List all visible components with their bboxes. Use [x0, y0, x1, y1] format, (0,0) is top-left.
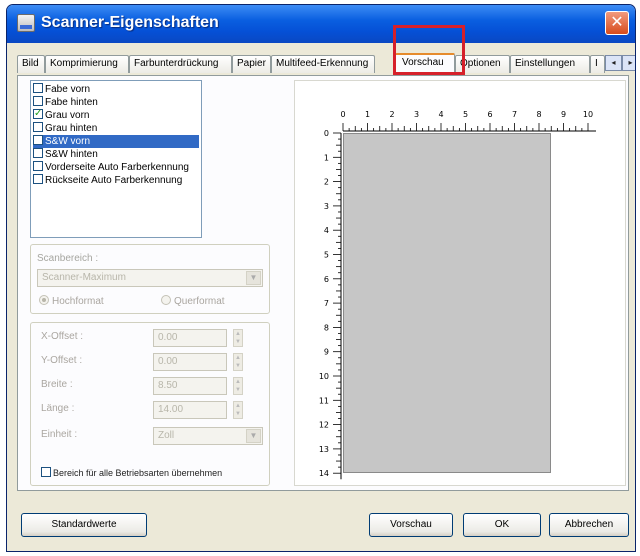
unit-select[interactable]: Zoll ▼	[153, 427, 263, 445]
y-ruler-label: 13	[319, 445, 329, 454]
list-item[interactable]: Rückseite Auto Farberkennung	[33, 174, 199, 187]
tab-komprimierung[interactable]: Komprimierung	[45, 55, 129, 73]
preview-button[interactable]: Vorschau	[369, 513, 453, 537]
vorschau-panel: Fabe vorn Fabe hinten Grau vorn Grau hin…	[17, 75, 629, 491]
checkbox-icon[interactable]	[33, 148, 43, 158]
width-input[interactable]: 8.50	[153, 377, 227, 395]
width-spinner[interactable]: ▲ ▼	[233, 377, 243, 395]
tab-farbunterdrueckung[interactable]: Farbunterdrückung	[129, 55, 232, 73]
checkbox-icon[interactable]	[33, 174, 43, 184]
y-offset-label: Y-Offset :	[41, 355, 83, 366]
y-ruler-label: 8	[324, 323, 329, 332]
apply-all-checkbox[interactable]: Bereich für alle Betriebsarten übernehme…	[41, 467, 222, 478]
tab-bild[interactable]: Bild	[17, 55, 45, 73]
tab-papier[interactable]: Papier	[232, 55, 271, 73]
list-item-selected[interactable]: S&W vorn	[33, 135, 199, 148]
x-ruler-label: 4	[438, 110, 443, 119]
x-offset-spinner[interactable]: ▲ ▼	[233, 329, 243, 347]
vorschau-highlight-box	[393, 25, 465, 75]
image-type-list[interactable]: Fabe vorn Fabe hinten Grau vorn Grau hin…	[30, 80, 202, 238]
title-bar[interactable]: Scanner-Eigenschaften ✕	[7, 5, 635, 43]
checkbox-icon[interactable]	[33, 122, 43, 132]
y-ruler-label: 10	[319, 372, 329, 381]
x-ruler-label: 3	[414, 110, 419, 119]
y-ruler-label: 1	[324, 153, 329, 162]
y-ruler-label: 7	[324, 299, 329, 308]
window-title: Scanner-Eigenschaften	[41, 14, 219, 31]
length-label: Länge :	[41, 403, 75, 414]
x-ruler-label: 0	[340, 110, 345, 119]
y-offset-spinner[interactable]: ▲ ▼	[233, 353, 243, 371]
chevron-down-icon[interactable]: ▼	[246, 271, 261, 285]
checkbox-icon[interactable]	[33, 83, 43, 93]
y-ruler-label: 3	[324, 202, 329, 211]
scan-area-select[interactable]: Scanner-Maximum ▼	[37, 269, 263, 287]
y-ruler-label: 5	[324, 251, 329, 260]
x-ruler-label: 10	[583, 110, 593, 119]
x-ruler-label: 9	[561, 110, 566, 119]
length-spinner[interactable]: ▲ ▼	[233, 401, 243, 419]
checkbox-icon[interactable]	[33, 135, 43, 145]
width-label: Breite :	[41, 379, 73, 390]
list-item[interactable]: Grau hinten	[33, 122, 199, 135]
x-offset-input[interactable]: 0.00	[153, 329, 227, 347]
ok-button[interactable]: OK	[463, 513, 541, 537]
x-ruler-label: 6	[487, 110, 492, 119]
tab-scroll-buttons: ◂ ▸	[605, 55, 635, 71]
checkbox-icon[interactable]	[41, 467, 51, 477]
tab-more[interactable]: I	[590, 55, 605, 73]
close-button[interactable]: ✕	[605, 11, 629, 35]
y-ruler-label: 9	[324, 348, 329, 357]
tab-einstellungen[interactable]: Einstellungen	[510, 55, 590, 73]
tab-strip: Bild Komprimierung Farbunterdrückung Pap…	[17, 25, 635, 75]
tab-scroll-left-icon[interactable]: ◂	[605, 55, 622, 71]
y-ruler-label: 0	[324, 129, 329, 138]
length-input[interactable]: 14.00	[153, 401, 227, 419]
y-ruler-label: 6	[324, 275, 329, 284]
checkbox-icon[interactable]	[33, 161, 43, 171]
checkbox-checked-icon[interactable]	[33, 107, 43, 120]
x-ruler-label: 5	[463, 110, 468, 119]
y-ruler-label: 14	[319, 469, 329, 478]
y-ruler-label: 4	[324, 226, 329, 235]
y-ruler-label: 11	[319, 396, 329, 405]
scan-area-group: Scanbereich : Scanner-Maximum ▼ Hochform…	[30, 244, 270, 314]
radio-off-icon[interactable]	[161, 295, 171, 305]
checkbox-icon[interactable]	[33, 96, 43, 106]
list-item[interactable]: Grau vorn	[33, 107, 199, 122]
tab-scroll-right-icon[interactable]: ▸	[622, 55, 635, 71]
x-offset-label: X-Offset :	[41, 331, 84, 342]
list-item[interactable]: Fabe vorn	[33, 83, 199, 96]
y-ruler-label: 12	[319, 421, 329, 430]
y-offset-input[interactable]: 0.00	[153, 353, 227, 371]
scan-area-rectangle[interactable]	[343, 133, 552, 474]
list-item[interactable]: S&W hinten	[33, 148, 199, 161]
tab-multifeed-erkennung[interactable]: Multifeed-Erkennung	[271, 55, 375, 73]
scanner-icon	[17, 14, 35, 32]
list-item[interactable]: Fabe hinten	[33, 96, 199, 109]
radio-landscape[interactable]: Querformat	[161, 295, 225, 307]
offset-size-group: X-Offset : 0.00 ▲ ▼ Y-Offset : 0.00 ▲ ▼ Br…	[30, 322, 270, 486]
y-ruler-label: 2	[324, 178, 329, 187]
radio-on-icon[interactable]	[39, 295, 49, 305]
x-ruler-label: 8	[536, 110, 541, 119]
scan-area-label: Scanbereich :	[37, 253, 99, 264]
scanner-properties-window: Scanner-Eigenschaften ✕ Bild Komprimieru…	[6, 4, 636, 552]
x-ruler-label: 7	[512, 110, 517, 119]
chevron-down-icon[interactable]: ▼	[246, 429, 261, 443]
defaults-button[interactable]: Standardwerte	[21, 513, 147, 537]
preview-pane[interactable]: 0 1 2 3 4 5 6 7 8 9 10 0 1 2 3 4 5 6 7 8 9 10 11 12 13 14	[294, 80, 626, 486]
list-item[interactable]: Vorderseite Auto Farberkennung	[33, 161, 199, 174]
radio-portrait[interactable]: Hochformat	[39, 295, 104, 307]
x-ruler-label: 2	[389, 110, 394, 119]
cancel-button[interactable]: Abbrechen	[549, 513, 629, 537]
unit-label: Einheit :	[41, 429, 78, 440]
x-ruler-label: 1	[365, 110, 370, 119]
